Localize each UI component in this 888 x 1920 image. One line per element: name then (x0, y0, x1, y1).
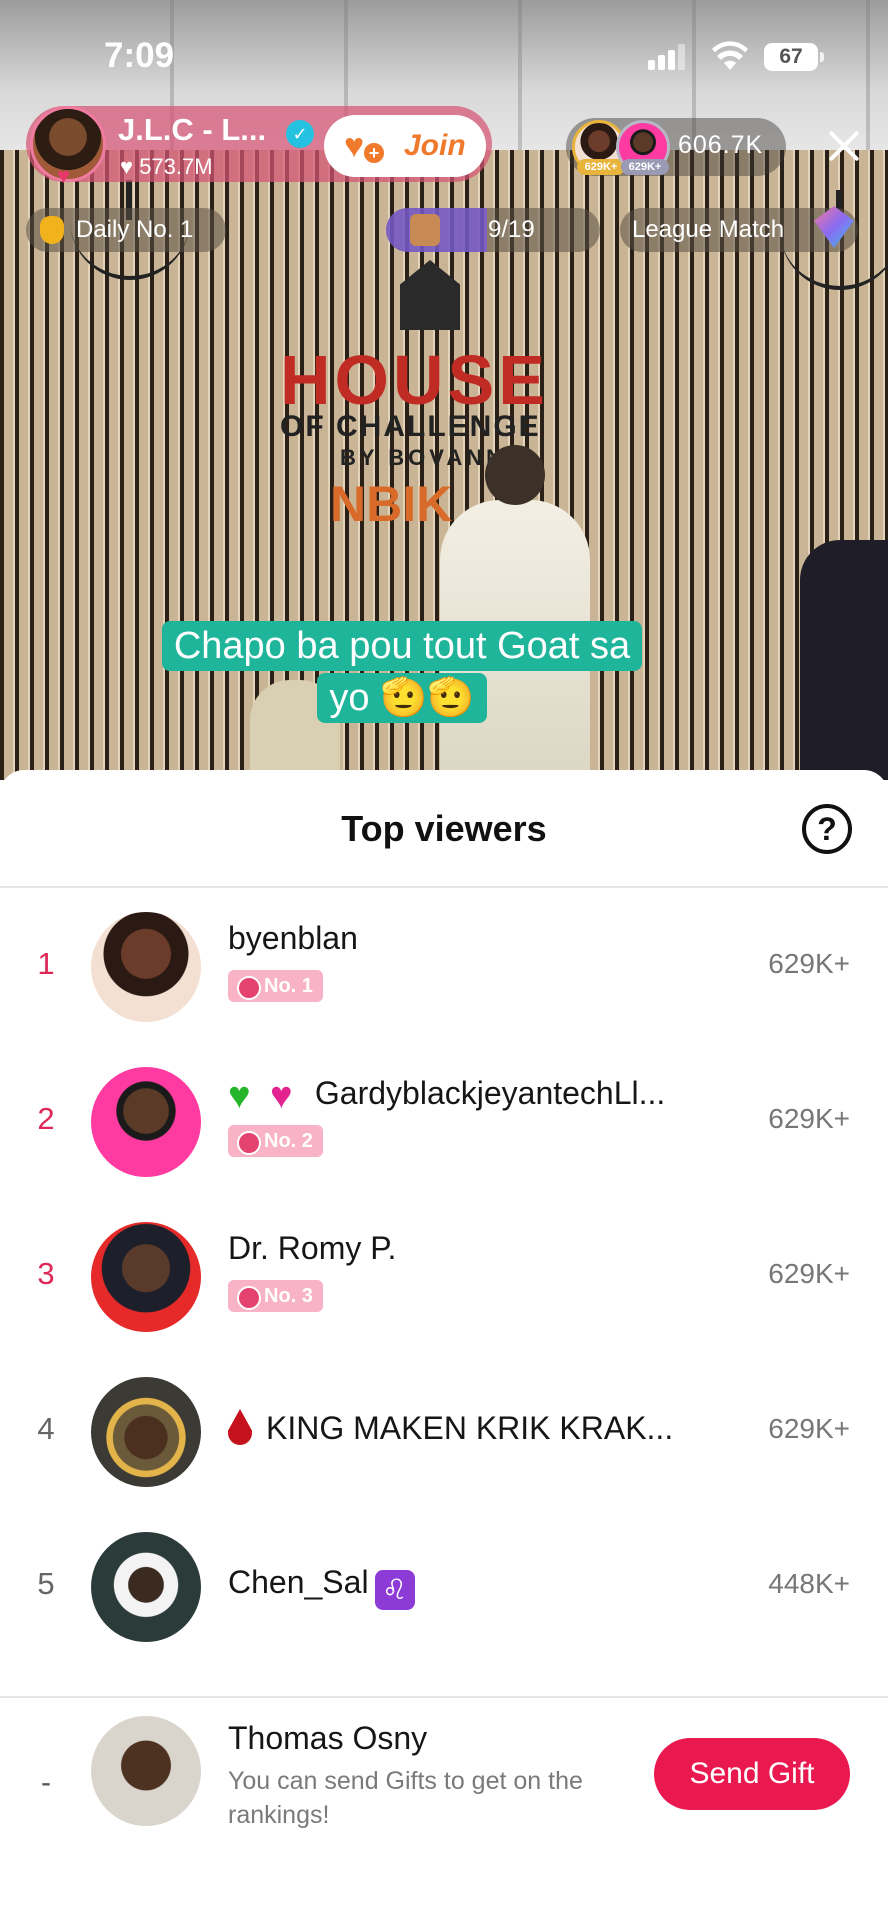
avatar[interactable] (91, 1222, 201, 1332)
goal-progress-label: 9/19 (488, 216, 535, 243)
sign-line-3: BY BOVANN (340, 445, 506, 470)
avatar[interactable] (91, 1067, 201, 1177)
cellular-signal-icon (648, 44, 685, 70)
viewer-rank: 4 (37, 1411, 55, 1446)
heart-icon: ♥ (120, 154, 134, 179)
heart-plus-icon: ♥ (344, 129, 386, 165)
help-icon[interactable]: ? (802, 804, 852, 854)
host-likes-count: 573.7M (139, 154, 213, 179)
send-gift-button[interactable]: Send Gift (654, 1738, 850, 1810)
send-gift-hint: You can send Gifts to get on the ranking… (228, 1767, 583, 1829)
status-time: 7:09 (104, 36, 175, 75)
rank-badge: No. 2 (228, 1125, 323, 1157)
viewer-name-wrap: Chen_Sal ♌ (228, 1564, 415, 1610)
daily-rank-label: Daily No. 1 (76, 216, 194, 243)
close-icon[interactable] (822, 124, 866, 168)
viewer-name: Chen_Sal (228, 1564, 369, 1600)
viewer-rank: 5 (37, 1566, 55, 1601)
my-avatar[interactable] (91, 1716, 201, 1826)
viewer-rank: 3 (37, 1256, 55, 1291)
my-rank: - (41, 1766, 51, 1799)
top-viewer-badge-1: 629K+ (577, 159, 625, 175)
person-right (800, 540, 888, 780)
viewer-rank: 1 (37, 946, 55, 981)
my-rank-bar: - Thomas Osny You can send Gifts to get … (0, 1696, 888, 1920)
top-viewer-badge-2: 629K+ (621, 159, 669, 175)
viewer-name: Dr. Romy P. (228, 1230, 397, 1266)
blood-drop-icon (228, 1409, 252, 1445)
goal-avatar-icon (410, 214, 440, 246)
verified-icon: ✓ (286, 120, 314, 148)
viewer-rank: 2 (37, 1101, 55, 1136)
viewer-name-wrap: ♥ ♥ GardyblackjeyantechLl... (228, 1075, 665, 1114)
host-name: J.L.C - L... (118, 112, 267, 147)
avatar[interactable] (91, 1532, 201, 1642)
host-avatar[interactable] (30, 106, 106, 189)
viewer-score: 448K+ (768, 1568, 850, 1599)
hand-icon (40, 216, 64, 244)
viewer-row-3[interactable]: 3 Dr. Romy P. No. 3 629K+ (0, 1200, 888, 1355)
viewer-name-wrap: KING MAKEN KRIK KRAK... (228, 1409, 673, 1447)
league-match-label: League Match (632, 216, 785, 243)
join-button[interactable]: ♥ Join (324, 115, 486, 177)
sign-line-1: HOUSE (280, 341, 549, 419)
viewer-score: 629K+ (768, 1413, 850, 1444)
viewer-row-1[interactable]: 1 byenblan No. 1 629K+ (0, 890, 888, 1045)
viewer-name: byenblan (228, 920, 358, 956)
host-likes: ♥ 573.7M (120, 154, 213, 180)
divider (0, 886, 888, 888)
pink-heart-icon: ♥ (270, 1075, 293, 1114)
sign-line-2: OF CHALLENGE (280, 410, 541, 443)
sign-logo (400, 260, 460, 330)
viewer-row-5[interactable]: 5 Chen_Sal ♌ 448K+ (0, 1510, 888, 1665)
caption-text: Chapo ba pou tout Goat sa yo 🫡🫡 (161, 621, 643, 723)
house-of-challenge-sign: HOUSE OF CHALLENGE BY BOVANN NBIK (270, 260, 600, 532)
sign-line-4: NBIK (330, 476, 453, 532)
my-name: Thomas Osny (228, 1720, 428, 1756)
top-viewer-avatar-2[interactable]: 629K+ (616, 120, 670, 175)
daily-rank-chip[interactable]: Daily No. 1 (26, 208, 226, 252)
leo-zodiac-icon: ♌ (374, 1570, 415, 1610)
caption: Chapo ba pou tout Goat sa yo 🫡🫡 (156, 620, 648, 724)
avatar[interactable] (91, 912, 201, 1022)
battery-icon: 67 (764, 43, 824, 71)
viewer-count: 606.7K (678, 131, 764, 159)
avatar[interactable] (91, 1377, 201, 1487)
green-heart-icon: ♥ (228, 1075, 251, 1114)
rank-badge: No. 1 (228, 970, 323, 1002)
goal-progress-chip[interactable]: 9/19 (386, 208, 600, 252)
viewer-score: 629K+ (768, 948, 850, 979)
viewer-score: 629K+ (768, 1103, 850, 1134)
join-label: Join (404, 129, 466, 162)
viewer-row-4[interactable]: 4 KING MAKEN KRIK KRAK... 629K+ (0, 1355, 888, 1510)
viewer-score: 629K+ (768, 1258, 850, 1289)
sheet-title: Top viewers (341, 808, 547, 849)
rank-badge: No. 3 (228, 1280, 323, 1312)
viewer-row-2[interactable]: 2 ♥ ♥ GardyblackjeyantechLl... No. 2 629K… (0, 1045, 888, 1200)
viewer-name: KING MAKEN KRIK KRAK... (266, 1410, 674, 1446)
viewer-name: GardyblackjeyantechLl... (314, 1075, 666, 1111)
wifi-icon (712, 41, 748, 70)
